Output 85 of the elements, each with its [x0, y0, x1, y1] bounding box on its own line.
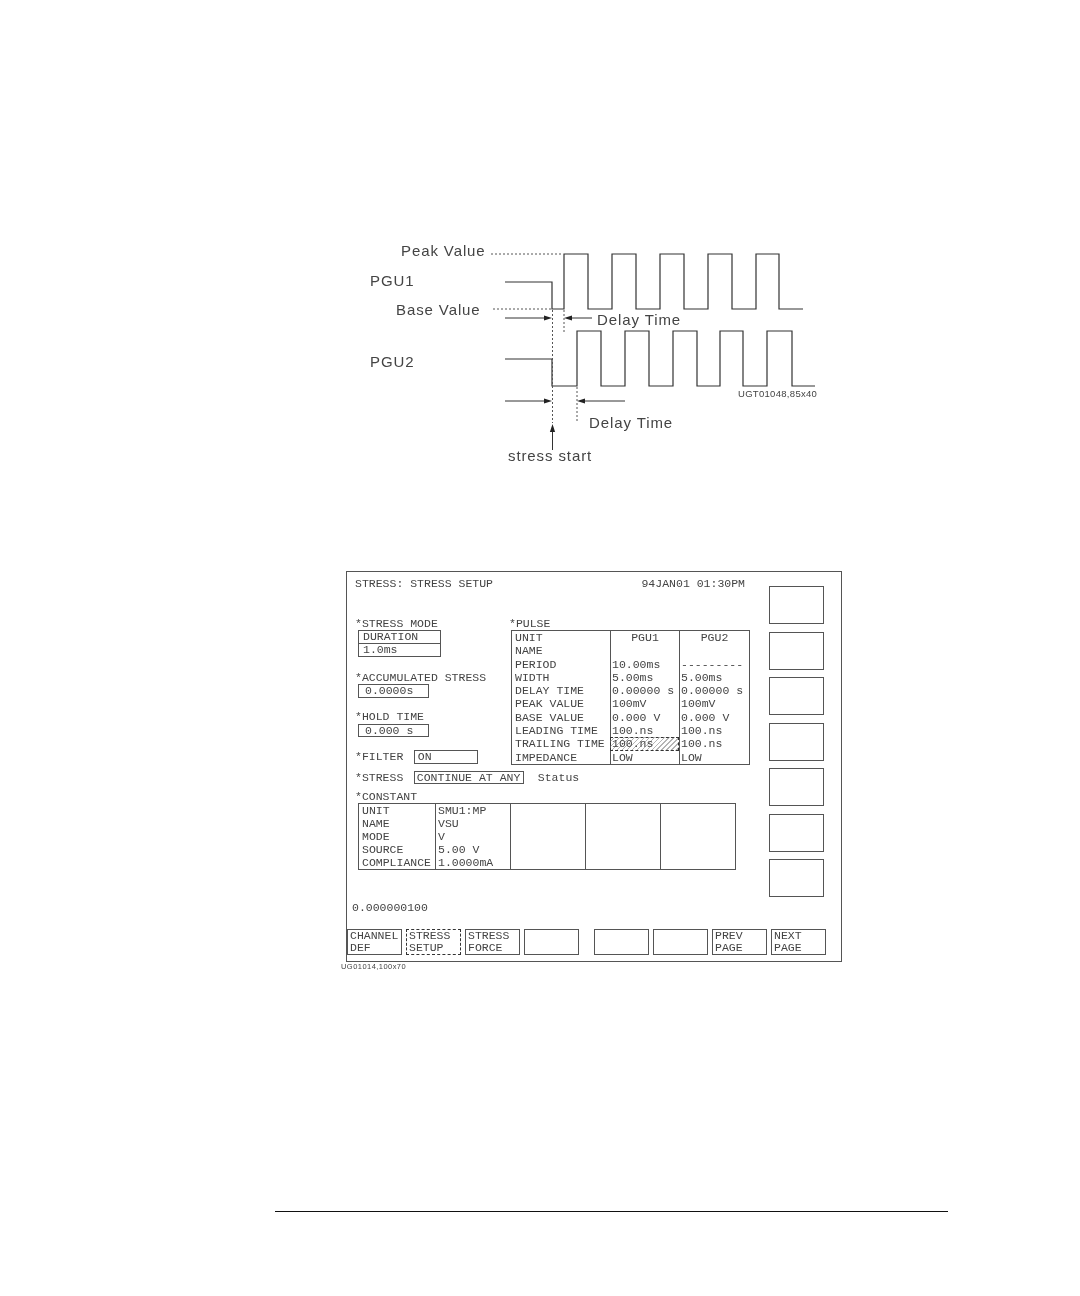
- table-cell: 5.00ms: [610, 670, 679, 685]
- row-label: PEAK VALUE: [514, 697, 585, 711]
- delay-time-label: Delay Time: [597, 311, 682, 328]
- base-value-label: Base Value: [396, 301, 481, 318]
- softkey-button[interactable]: STRESS FORCE: [465, 928, 520, 955]
- guide-line: [563, 309, 565, 333]
- input-field[interactable]: 0.000 s: [358, 723, 429, 737]
- table-cell: 100mV: [610, 697, 679, 711]
- table-cell: 5.00ms: [679, 670, 749, 685]
- row-label: IMPEDANCE: [514, 750, 579, 764]
- section-label: *PULSE: [509, 616, 551, 630]
- figure-id: UGT01048,85x40: [738, 388, 818, 399]
- row-label: NAME: [514, 644, 544, 658]
- field-label: *STRESS: [355, 770, 404, 785]
- status-label: Status: [537, 770, 580, 785]
- table-cell-text: 5.00 V: [437, 843, 481, 857]
- channel-label: PGU2: [370, 353, 415, 370]
- table-cell: 100.ns: [610, 737, 679, 751]
- softkey-button[interactable]: [769, 631, 824, 670]
- dimension-arrow: [504, 315, 552, 321]
- row-label: DELAY TIME: [514, 684, 585, 698]
- row-label: BASE VALUE: [514, 710, 585, 725]
- guide-line: [576, 386, 578, 424]
- stress-start-label: stress start: [508, 447, 593, 464]
- field-label: *ACCUMULATED STRESS: [355, 670, 487, 684]
- softkey-button[interactable]: [769, 586, 824, 624]
- softkey-button[interactable]: [769, 813, 824, 852]
- stress-start-arrow: [549, 424, 556, 451]
- softkey-button[interactable]: STRESS SETUP: [406, 928, 461, 955]
- table-cell: 100.ns: [679, 724, 749, 738]
- peak-value-label: Peak Value: [401, 242, 486, 259]
- input-field[interactable]: 0.0000s: [358, 684, 429, 698]
- table-cell: 10.00ms: [610, 657, 679, 671]
- softkey-button[interactable]: PREV PAGE: [712, 928, 767, 955]
- table-cell-text: V: [437, 830, 446, 844]
- table-cell: LOW: [679, 750, 749, 764]
- table-cell: 0.000 V: [610, 710, 679, 725]
- row-label: COMPLIANCE: [361, 856, 432, 870]
- softkey-button[interactable]: NEXT PAGE: [771, 928, 826, 955]
- row-label: LEADING TIME: [514, 724, 599, 738]
- column-header: PGU2: [679, 631, 749, 645]
- dimension-arrow: [564, 315, 593, 321]
- table-cell: 0.000 V: [679, 710, 749, 725]
- softkey-button[interactable]: CHANNEL DEF: [347, 928, 402, 955]
- column-header: UNIT: [514, 631, 544, 645]
- field-label: *FILTER: [355, 750, 404, 764]
- input-field[interactable]: 1.0ms: [358, 644, 441, 657]
- row-label: MODE: [361, 830, 391, 844]
- row-label: NAME: [361, 817, 391, 831]
- table-cell-text: SMU1:MP: [437, 804, 488, 818]
- softkey-button[interactable]: [653, 928, 708, 955]
- table-cell: 100.ns: [679, 737, 749, 751]
- table-cell: LOW: [610, 750, 679, 764]
- table-cell: ---------: [679, 657, 749, 671]
- input-field[interactable]: ON: [413, 750, 478, 764]
- table-cell-text: VSU: [437, 817, 460, 831]
- table-cell: 100mV: [679, 697, 749, 711]
- softkey-button[interactable]: [524, 928, 579, 955]
- row-label: PERIOD: [514, 657, 558, 671]
- row-label: UNIT: [361, 804, 391, 818]
- field-label: *STRESS MODE: [355, 616, 438, 630]
- entry-text: 0.000000100: [352, 900, 428, 915]
- input-field[interactable]: CONTINUE AT ANY: [413, 770, 524, 785]
- softkey-button[interactable]: [769, 859, 824, 897]
- date-time: 94JAN01 01:30PM: [641, 577, 745, 591]
- leader-line: [492, 308, 552, 310]
- delay-time-label: Delay Time: [589, 414, 674, 431]
- field-label: *HOLD TIME: [355, 710, 424, 724]
- screen-title: STRESS: STRESS SETUP: [355, 577, 494, 591]
- softkey-button[interactable]: [769, 677, 824, 715]
- row-label: SOURCE: [361, 843, 405, 857]
- table-cell-text: 1.0000mA: [437, 856, 495, 870]
- table-cell: 0.00000 s: [679, 684, 749, 698]
- column-header: PGU1: [610, 631, 679, 645]
- row-label: TRAILING TIME: [514, 737, 606, 751]
- section-label: *CONSTANT: [355, 789, 418, 804]
- softkey-button[interactable]: [769, 768, 824, 806]
- input-field[interactable]: DURATION: [358, 630, 441, 644]
- channel-label: PGU1: [370, 272, 415, 289]
- dimension-arrow: [504, 398, 552, 404]
- row-label: WIDTH: [514, 670, 551, 685]
- softkey-button[interactable]: [594, 928, 649, 955]
- dimension-arrow: [577, 398, 626, 404]
- softkey-button[interactable]: [769, 722, 824, 761]
- table-cell: 0.00000 s: [610, 684, 679, 698]
